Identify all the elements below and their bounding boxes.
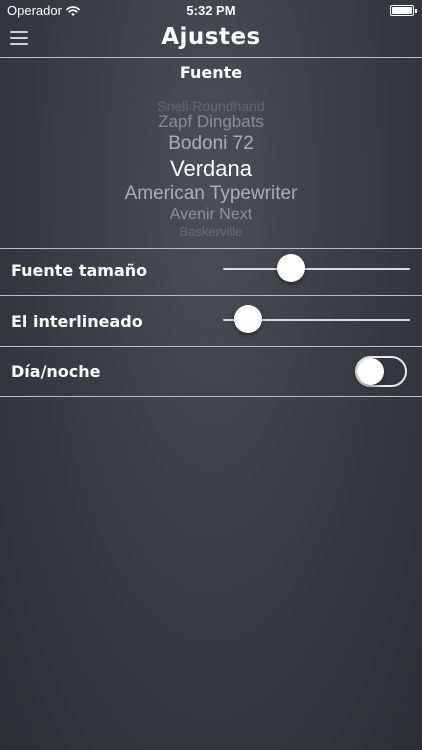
navigation-bar: Ajustes bbox=[0, 22, 422, 58]
status-time: 5:32 PM bbox=[186, 3, 236, 18]
page-title: Ajustes bbox=[161, 24, 261, 50]
font-option[interactable]: Avenir Next bbox=[0, 206, 422, 224]
row-divider bbox=[0, 396, 422, 397]
slider-thumb[interactable] bbox=[234, 305, 262, 333]
font-option[interactable]: Baskerville bbox=[0, 224, 422, 238]
line-spacing-label: El interlineado bbox=[11, 312, 143, 331]
day-night-toggle[interactable] bbox=[355, 356, 407, 387]
font-option-selected[interactable]: Verdana bbox=[0, 156, 422, 182]
font-size-label: Fuente tamaño bbox=[11, 261, 148, 280]
font-picker[interactable]: Snell Roundhand Zapf Dingbats Bodoni 72 … bbox=[0, 96, 422, 238]
font-option[interactable]: American Typewriter bbox=[0, 183, 422, 205]
font-size-row: Fuente tamaño bbox=[0, 249, 422, 299]
line-spacing-row: El interlineado bbox=[0, 296, 422, 346]
font-option[interactable]: Zapf Dingbats bbox=[0, 112, 422, 132]
status-bar: Operador 5:32 PM bbox=[0, 0, 422, 22]
toggle-knob[interactable] bbox=[357, 358, 384, 385]
line-spacing-slider[interactable] bbox=[223, 304, 410, 336]
font-option[interactable]: Bodoni 72 bbox=[0, 133, 422, 155]
battery-icon bbox=[390, 5, 417, 16]
font-size-slider[interactable] bbox=[223, 253, 410, 285]
day-night-label: Día/noche bbox=[11, 362, 101, 381]
nav-divider bbox=[0, 57, 422, 58]
slider-track[interactable] bbox=[223, 268, 410, 270]
slider-thumb[interactable] bbox=[277, 254, 305, 282]
day-night-row: Día/noche bbox=[0, 347, 422, 397]
font-section-title: Fuente bbox=[179, 63, 243, 82]
